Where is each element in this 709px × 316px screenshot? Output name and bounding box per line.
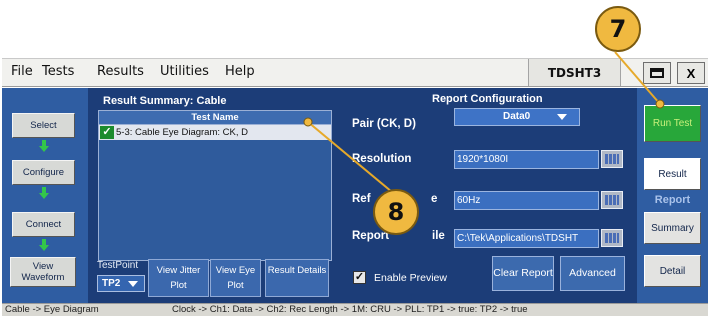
clear-report-button[interactable]: Clear Report bbox=[492, 256, 554, 291]
checkmark-icon[interactable]: ✓ bbox=[100, 126, 114, 139]
refresh-label-tail: e bbox=[431, 193, 438, 205]
pair-value: Data0 bbox=[503, 111, 531, 122]
keypad-icon[interactable] bbox=[601, 150, 623, 168]
menu-tests[interactable]: Tests bbox=[42, 64, 74, 79]
view-jitter-plot-button[interactable]: View Jitter Plot bbox=[148, 259, 209, 297]
advanced-button[interactable]: Advanced bbox=[560, 256, 625, 291]
connect-button[interactable]: Connect bbox=[12, 212, 75, 237]
resolution-label: Resolution bbox=[352, 153, 412, 165]
testpoint-select[interactable]: TP2 bbox=[97, 275, 145, 292]
menu-help[interactable]: Help bbox=[225, 64, 255, 79]
app-title: TDSHT3 bbox=[528, 59, 621, 86]
configure-button[interactable]: Configure bbox=[12, 160, 75, 185]
testpoint-value: TP2 bbox=[102, 278, 121, 289]
report-header: Report bbox=[654, 194, 691, 206]
table-row[interactable]: ✓ 5-3: Cable Eye Diagram: CK, D bbox=[99, 125, 331, 140]
detail-button[interactable]: Detail bbox=[644, 255, 701, 287]
view-waveform-button[interactable]: View Waveform bbox=[10, 257, 76, 287]
close-button[interactable]: X bbox=[677, 62, 705, 84]
menu-utilities[interactable]: Utilities bbox=[160, 64, 209, 79]
menu-file[interactable]: File bbox=[11, 64, 33, 79]
menu-results[interactable]: Results bbox=[97, 64, 144, 79]
select-button[interactable]: Select bbox=[12, 113, 75, 138]
callout-7: 7 bbox=[595, 6, 641, 52]
resolution-field[interactable]: 1920*1080I bbox=[454, 150, 599, 169]
left-nav: Select Configure Connect View Waveform bbox=[2, 88, 88, 303]
minimize-button[interactable] bbox=[643, 62, 671, 84]
report-file-field[interactable]: C:\Tek\Applications\TDSHT bbox=[454, 229, 599, 248]
result-table: Test Name ✓ 5-3: Cable Eye Diagram: CK, … bbox=[98, 110, 332, 261]
minimize-icon bbox=[650, 68, 664, 78]
enable-preview-checkbox[interactable]: ✓ bbox=[353, 271, 366, 284]
view-eye-plot-button[interactable]: View Eye Plot bbox=[210, 259, 261, 297]
chevron-down-icon bbox=[557, 114, 567, 120]
status-right: Clock -> Ch1: Data -> Ch2: Rec Length ->… bbox=[172, 304, 528, 315]
summary-button[interactable]: Summary bbox=[644, 212, 701, 244]
keypad-icon[interactable] bbox=[601, 229, 623, 247]
run-test-button[interactable]: Run Test bbox=[644, 105, 701, 142]
result-details-button[interactable]: Result Details bbox=[265, 259, 329, 297]
result-button[interactable]: Result bbox=[644, 158, 701, 190]
report-file-label-tail: ile bbox=[432, 230, 445, 242]
right-panel: Run Test Result Report Summary Detail bbox=[637, 88, 708, 303]
table-header: Test Name bbox=[99, 111, 331, 125]
status-bar: Cable -> Eye Diagram Clock -> Ch1: Data … bbox=[2, 303, 708, 316]
callout-8: 8 bbox=[373, 189, 419, 235]
refresh-field[interactable]: 60Hz bbox=[454, 191, 599, 210]
test-name: 5-3: Cable Eye Diagram: CK, D bbox=[116, 127, 248, 138]
enable-preview-label: Enable Preview bbox=[374, 272, 447, 284]
arrow-down-icon bbox=[39, 239, 49, 251]
status-left: Cable -> Eye Diagram bbox=[5, 304, 99, 315]
close-icon: X bbox=[686, 65, 696, 81]
pair-dropdown[interactable]: Data0 bbox=[454, 108, 580, 126]
refresh-label: Ref bbox=[352, 193, 371, 205]
report-config-title: Report Configuration bbox=[432, 93, 543, 105]
testpoint-label: TestPoint bbox=[97, 260, 139, 271]
arrow-down-icon bbox=[39, 187, 49, 199]
result-summary-title: Result Summary: Cable bbox=[103, 95, 227, 107]
main-panel: Select Configure Connect View Waveform R… bbox=[2, 88, 708, 303]
pair-label: Pair (CK, D) bbox=[352, 118, 416, 130]
keypad-icon[interactable] bbox=[601, 191, 623, 209]
arrow-down-icon bbox=[39, 140, 49, 152]
chevron-down-icon bbox=[128, 281, 138, 287]
